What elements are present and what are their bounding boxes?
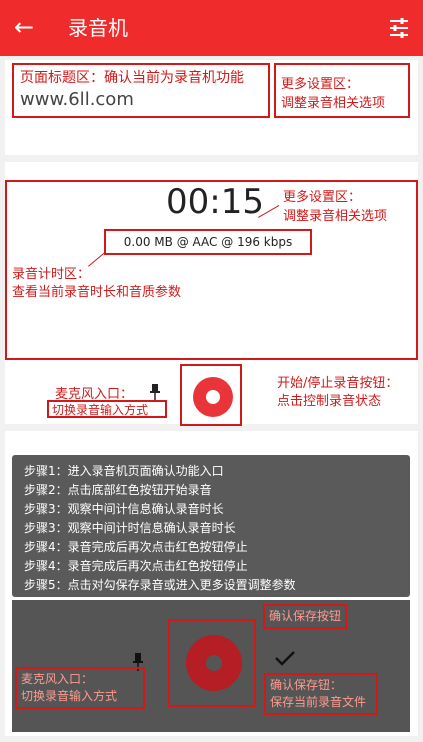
step-item: 步骤3：观察中间计信息确认录音时长: [24, 502, 224, 516]
tune-icon[interactable]: [387, 16, 411, 40]
checkmark-icon[interactable]: [274, 650, 296, 666]
watermark-text: www.6ll.com: [20, 89, 134, 110]
confirm-save-annotation-2: 确认保存钮： 保存当前录音文件: [264, 673, 378, 715]
start-stop-label-2: 点击控制录音状态: [277, 394, 382, 409]
mic-input-annotation-2: 麦克风入口： 切换录音输入方式: [15, 667, 145, 709]
step-item: 步骤1：进入录音机页面确认功能入口: [24, 464, 224, 478]
confirm-save-label: 确认保存按钮: [269, 609, 342, 623]
start-stop-label-1: 开始/停止录音按钮：: [277, 376, 399, 391]
mic-input-label-3: 麦克风入口：: [21, 672, 94, 686]
timer-area-label-1: 录音计时区：: [12, 267, 91, 282]
confirm-save-annotation: 确认保存按钮: [263, 604, 348, 629]
confirm-save-label-2: 保存当前录音文件: [270, 695, 367, 709]
step-item: 步骤3：观察中间计时信息确认录音时长: [24, 521, 236, 535]
mic-input-label-4: 切换录音输入方式: [21, 689, 118, 703]
mic-input-label-2: 切换录音输入方式: [52, 403, 149, 417]
record-button-large[interactable]: [168, 619, 256, 707]
more-settings-label-3: 更多设置区：: [283, 190, 362, 205]
back-arrow-icon[interactable]: ←: [14, 10, 34, 44]
recording-timer: 00:15: [166, 182, 264, 222]
confirm-save-label-1: 确认保存钮：: [270, 678, 343, 692]
step-item: 步骤4：录音完成后再次点击红色按钮停止: [24, 540, 248, 554]
page-title: 录音机: [68, 16, 128, 40]
record-dot: [206, 390, 220, 404]
more-settings-label-4: 调整录音相关选项: [283, 209, 388, 224]
record-button[interactable]: [180, 364, 242, 426]
more-settings-label-2: 调整录音相关选项: [281, 96, 386, 111]
steps-panel: 步骤1：进入录音机页面确认功能入口 步骤2：点击底部红色按钮开始录音 步骤3：观…: [12, 455, 410, 597]
more-settings-label-1: 更多设置区：: [281, 77, 360, 92]
record-disc: [193, 377, 233, 417]
record-dot-large: [206, 655, 222, 671]
step-item: 步骤2：点击底部红色按钮开始录音: [24, 483, 212, 497]
title-area-label: 页面标题区：确认当前为录音机功能: [20, 70, 244, 86]
record-disc-large: [186, 635, 242, 691]
app-bar: ← 录音机: [0, 0, 423, 56]
recording-stats: 0.00 MB @ AAC @ 196 kbps: [104, 229, 312, 255]
step-item: 步骤5：点击对勾保存录音或进入更多设置调整参数: [24, 578, 296, 592]
timer-area-label-2: 查看当前录音时长和音质参数: [12, 285, 182, 300]
step-item: 步骤4：录音完成后再次点击红色按钮停止: [24, 559, 248, 573]
mic-pin-icon[interactable]: [148, 383, 162, 401]
